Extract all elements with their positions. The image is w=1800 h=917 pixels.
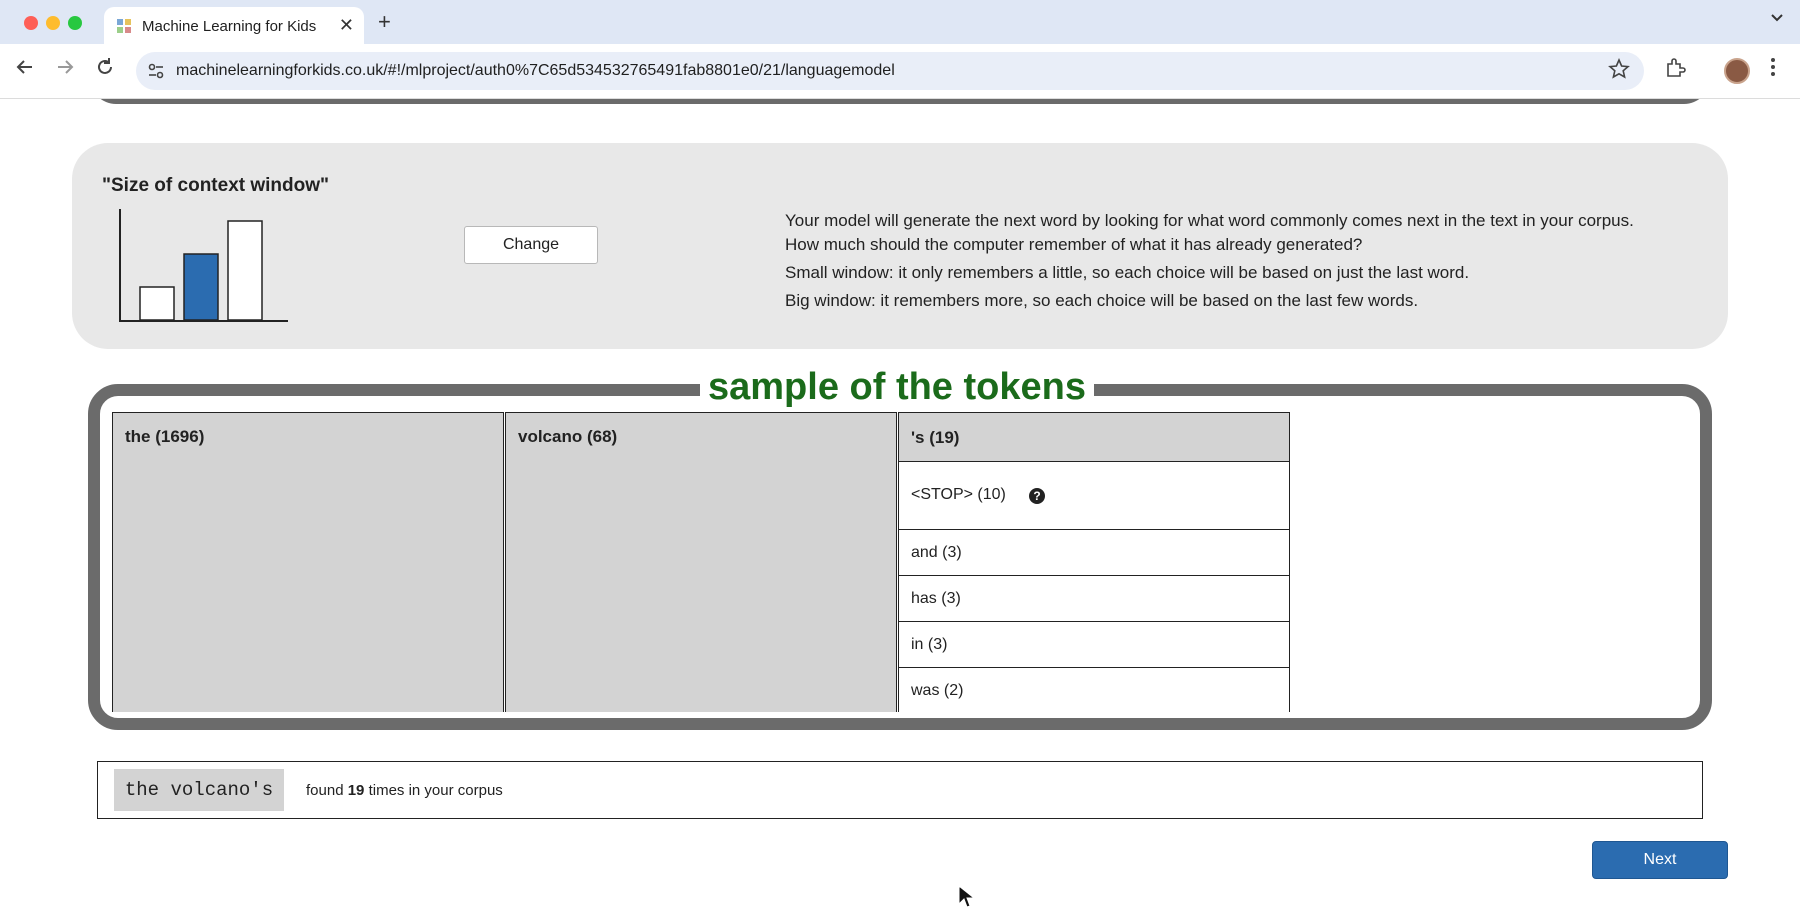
next-button[interactable]: Next <box>1592 841 1728 879</box>
next-token-row[interactable]: has (3) <box>898 576 1290 622</box>
browser-tab[interactable]: Machine Learning for Kids ✕ <box>104 7 364 44</box>
new-tab-button[interactable]: + <box>378 10 391 34</box>
context-window-panel: "Size of context window" Change Your mod… <box>72 143 1728 349</box>
next-token-label: has (3) <box>911 590 961 607</box>
context-window-size-graphic <box>119 209 288 322</box>
description-line: Big window: it remembers more, so each c… <box>785 291 1419 310</box>
found-summary: the volcano's found 19 times in your cor… <box>97 761 1703 819</box>
minimize-window-button[interactable] <box>46 16 60 30</box>
bookmark-star-icon[interactable] <box>1608 58 1630 80</box>
context-description: Your model will generate the next word b… <box>785 209 1685 313</box>
browser-toolbar: machinelearningforkids.co.uk/#!/mlprojec… <box>0 44 1800 99</box>
maximize-window-button[interactable] <box>68 16 82 30</box>
token-column-volcano[interactable]: volcano (68) <box>505 412 897 712</box>
token-column-header: volcano (68) <box>518 427 618 446</box>
tokens-title: sample of the tokens <box>700 364 1094 410</box>
token-column-s: 's (19) <STOP> (10) ? and (3) has (3) in… <box>898 412 1290 712</box>
change-context-button[interactable]: Change <box>464 226 598 264</box>
site-favicon-icon <box>117 19 131 33</box>
address-bar[interactable]: machinelearningforkids.co.uk/#!/mlprojec… <box>136 52 1644 90</box>
back-icon[interactable] <box>14 56 36 78</box>
context-window-title: "Size of context window" <box>102 175 330 196</box>
extensions-icon[interactable] <box>1664 57 1686 79</box>
found-count: 19 <box>347 782 365 799</box>
browser-tab-strip: Machine Learning for Kids ✕ + <box>0 0 1800 44</box>
token-column-header: 's (19) <box>911 428 960 447</box>
previous-section-frame <box>90 99 1710 104</box>
context-size-bar-small <box>139 286 175 321</box>
next-token-label: and (3) <box>911 544 962 561</box>
next-token-row[interactable]: was (2) <box>898 668 1290 712</box>
description-line: Your model will generate the next word b… <box>785 211 1634 230</box>
browser-menu-icon[interactable] <box>1770 56 1776 78</box>
next-token-label: <STOP> (10) <box>911 486 1006 503</box>
token-column-the[interactable]: the (1696) <box>112 412 504 712</box>
next-token-label: in (3) <box>911 636 948 653</box>
next-token-row[interactable]: and (3) <box>898 530 1290 576</box>
found-suffix: times in your corpus <box>368 782 503 799</box>
token-column-header: the (1696) <box>125 427 205 446</box>
tokens-table: the (1696) volcano (68) 's (19) <STOP> (… <box>112 412 1692 712</box>
close-window-button[interactable] <box>24 16 38 30</box>
tab-title: Machine Learning for Kids <box>142 18 317 35</box>
description-line: Small window: it only remembers a little… <box>785 263 1470 282</box>
page-content: "Size of context window" Change Your mod… <box>0 99 1800 917</box>
url-text: machinelearningforkids.co.uk/#!/mlprojec… <box>176 62 895 79</box>
context-size-bar-medium <box>183 253 219 321</box>
found-count-text: found 19 times in your corpus <box>306 782 503 799</box>
site-settings-icon[interactable] <box>146 61 166 81</box>
forward-icon[interactable] <box>54 56 76 78</box>
reload-icon[interactable] <box>94 56 116 78</box>
next-token-row[interactable]: <STOP> (10) ? <box>898 462 1290 530</box>
tab-search-chevron-icon[interactable] <box>1770 10 1784 24</box>
description-line: How much should the computer remember of… <box>785 235 1363 254</box>
selected-phrase: the volcano's <box>114 769 284 811</box>
next-token-label: was (2) <box>911 682 964 699</box>
question-circle-icon[interactable]: ? <box>1029 488 1045 504</box>
found-prefix: found <box>306 782 344 799</box>
profile-avatar[interactable] <box>1724 58 1750 84</box>
mouse-cursor-icon <box>958 885 976 908</box>
close-tab-icon[interactable]: ✕ <box>339 14 354 36</box>
next-token-row[interactable]: in (3) <box>898 622 1290 668</box>
context-size-bar-large <box>227 220 263 321</box>
token-column-header-cell[interactable]: 's (19) <box>898 412 1290 462</box>
